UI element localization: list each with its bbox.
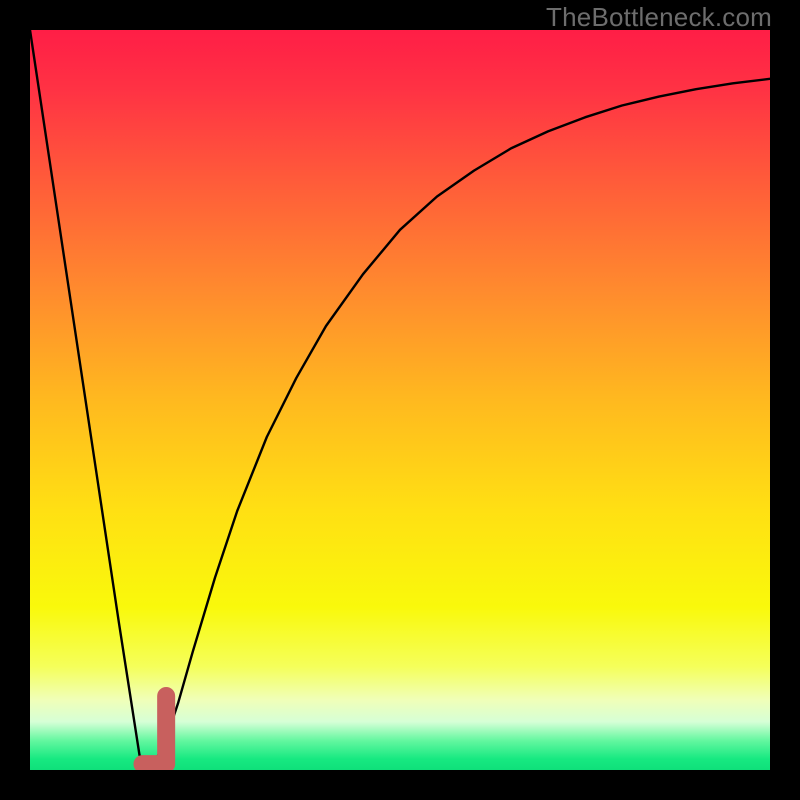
curve-layer xyxy=(30,30,770,770)
plot-area xyxy=(30,30,770,770)
chart-frame: TheBottleneck.com xyxy=(0,0,800,800)
selected-point-marker xyxy=(142,696,166,764)
watermark-text: TheBottleneck.com xyxy=(546,2,772,33)
bottleneck-curve xyxy=(30,30,770,764)
